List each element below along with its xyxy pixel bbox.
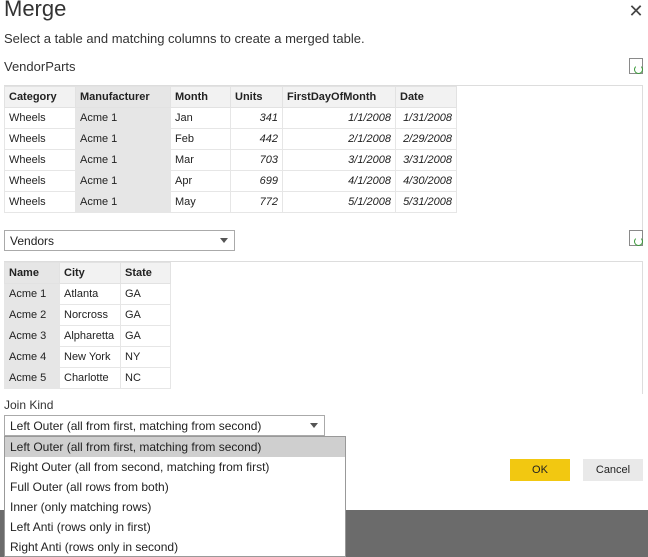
column-header[interactable]: Units xyxy=(230,86,283,108)
table-cell: Apr xyxy=(170,170,231,192)
table-cell: New York xyxy=(59,346,121,368)
column-header[interactable]: Month xyxy=(170,86,231,108)
join-option-right-anti[interactable]: Right Anti (rows only in second) xyxy=(5,537,345,557)
table-cell: Acme 5 xyxy=(4,367,60,389)
table-row: Wheels Acme 1 Jan 341 1/1/2008 1/31/2008 xyxy=(4,107,457,129)
table-cell: 2/1/2008 xyxy=(282,128,396,150)
table-cell: 699 xyxy=(230,170,283,192)
chevron-down-icon xyxy=(220,238,228,243)
column-header-selected[interactable]: Name xyxy=(4,262,60,284)
join-option-right-outer[interactable]: Right Outer (all from second, matching f… xyxy=(5,457,345,477)
join-option-inner[interactable]: Inner (only matching rows) xyxy=(5,497,345,517)
second-table-grid: Name City State Acme 1 Atlanta GA Acme 2… xyxy=(4,262,171,389)
table-cell: 703 xyxy=(230,149,283,171)
column-header-selected[interactable]: Manufacturer xyxy=(75,86,171,108)
column-header[interactable]: State xyxy=(120,262,171,284)
table-row: Wheels Acme 1 Feb 442 2/1/2008 2/29/2008 xyxy=(4,128,457,150)
table-cell: Wheels xyxy=(4,149,76,171)
table-row: Wheels Acme 1 May 772 5/1/2008 5/31/2008 xyxy=(4,191,457,213)
table-cell: May xyxy=(170,191,231,213)
table-cell: GA xyxy=(120,283,171,305)
table-row: Acme 3 Alpharetta GA xyxy=(4,325,171,347)
table-row: Acme 2 Norcross GA xyxy=(4,304,171,326)
table-row: Wheels Acme 1 Apr 699 4/1/2008 4/30/2008 xyxy=(4,170,457,192)
column-header[interactable]: Category xyxy=(4,86,76,108)
first-table-name: VendorParts xyxy=(4,59,76,74)
join-kind-selected: Left Outer (all from first, matching fro… xyxy=(10,419,262,433)
table-cell: NC xyxy=(120,367,171,389)
table-cell: Charlotte xyxy=(59,367,121,389)
table-cell: 2/29/2008 xyxy=(395,128,457,150)
table-cell: Acme 4 xyxy=(4,346,60,368)
cancel-button[interactable]: Cancel xyxy=(583,459,643,481)
second-table-selected: Vendors xyxy=(10,234,55,248)
column-header[interactable]: FirstDayOfMonth xyxy=(282,86,396,108)
table-cell: Mar xyxy=(170,149,231,171)
table-cell: Acme 1 xyxy=(75,170,171,192)
table-cell: Wheels xyxy=(4,128,76,150)
column-header[interactable]: City xyxy=(59,262,121,284)
join-kind-label: Join Kind xyxy=(4,398,54,412)
table-cell: 4/30/2008 xyxy=(395,170,457,192)
table-cell: 3/31/2008 xyxy=(395,149,457,171)
table-cell: 1/1/2008 xyxy=(282,107,396,129)
table-cell: Acme 1 xyxy=(75,149,171,171)
table-cell: 5/1/2008 xyxy=(282,191,396,213)
ok-button[interactable]: OK xyxy=(510,459,570,481)
table-cell: Alpharetta xyxy=(59,325,121,347)
table-cell: NY xyxy=(120,346,171,368)
table-cell: Wheels xyxy=(4,191,76,213)
table-cell: Norcross xyxy=(59,304,121,326)
close-icon[interactable]: ✕ xyxy=(628,1,644,22)
refresh-preview-icon[interactable] xyxy=(629,230,643,246)
table-cell: Acme 3 xyxy=(4,325,60,347)
join-option-left-outer[interactable]: Left Outer (all from first, matching fro… xyxy=(5,437,345,457)
table-cell: 1/31/2008 xyxy=(395,107,457,129)
table-cell: 442 xyxy=(230,128,283,150)
table-cell: 772 xyxy=(230,191,283,213)
table-cell: 5/31/2008 xyxy=(395,191,457,213)
table-cell: Acme 2 xyxy=(4,304,60,326)
table-cell: Atlanta xyxy=(59,283,121,305)
column-header[interactable]: Date xyxy=(395,86,457,108)
join-option-full-outer[interactable]: Full Outer (all rows from both) xyxy=(5,477,345,497)
second-table-dropdown[interactable]: Vendors xyxy=(4,230,235,251)
chevron-down-icon xyxy=(310,423,318,428)
table-cell: 3/1/2008 xyxy=(282,149,396,171)
table-row: Acme 1 Atlanta GA xyxy=(4,283,171,305)
table-cell: Acme 1 xyxy=(75,107,171,129)
table-cell: Acme 1 xyxy=(75,128,171,150)
table-cell: 341 xyxy=(230,107,283,129)
table-cell: GA xyxy=(120,325,171,347)
join-kind-dropdown[interactable]: Left Outer (all from first, matching fro… xyxy=(4,415,325,436)
dialog-subtitle: Select a table and matching columns to c… xyxy=(4,31,365,46)
first-table-grid: Category Manufacturer Month Units FirstD… xyxy=(4,86,457,213)
table-cell: Wheels xyxy=(4,170,76,192)
join-option-left-anti[interactable]: Left Anti (rows only in first) xyxy=(5,517,345,537)
table-row: Acme 4 New York NY xyxy=(4,346,171,368)
join-kind-options-list: Left Outer (all from first, matching fro… xyxy=(4,436,346,557)
table-cell: Feb xyxy=(170,128,231,150)
table-cell: Acme 1 xyxy=(75,191,171,213)
table-cell: Wheels xyxy=(4,107,76,129)
table-cell: Jan xyxy=(170,107,231,129)
table-row: Wheels Acme 1 Mar 703 3/1/2008 3/31/2008 xyxy=(4,149,457,171)
table-cell: Acme 1 xyxy=(4,283,60,305)
table-cell: 4/1/2008 xyxy=(282,170,396,192)
table-row: Acme 5 Charlotte NC xyxy=(4,367,171,389)
refresh-preview-icon[interactable] xyxy=(629,58,643,74)
dialog-title: Merge xyxy=(4,0,67,21)
table-cell: GA xyxy=(120,304,171,326)
